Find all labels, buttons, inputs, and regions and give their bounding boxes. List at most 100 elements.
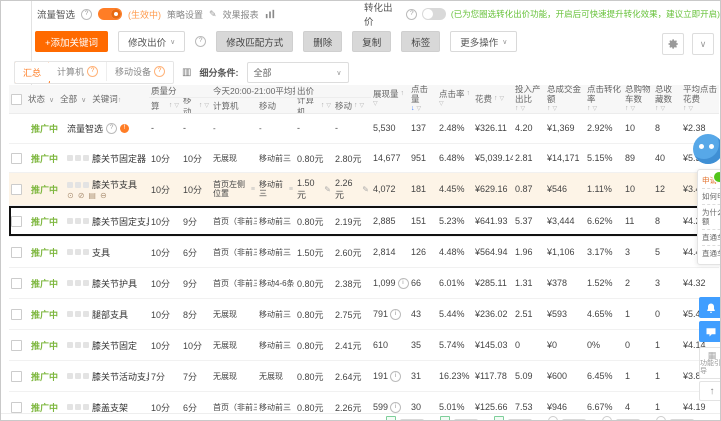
cell-select [9, 215, 29, 227]
value: ¥641.93 [475, 216, 508, 226]
value: 2,814 [373, 247, 396, 257]
cell-status: 推广中 [29, 152, 65, 165]
legend-circle-icon [656, 416, 666, 420]
row-checkbox[interactable] [11, 277, 22, 289]
cell-rank_pc: 无展现 [211, 154, 257, 163]
row-checkbox[interactable] [11, 401, 22, 413]
more-actions-button[interactable]: 更多操作 ∨ [450, 31, 518, 52]
feature-guide-button[interactable]: ▦ 功能引导 [699, 347, 720, 379]
header-rank-pc[interactable]: 计算机 [211, 98, 257, 113]
report-icon[interactable]: ▤ [88, 192, 96, 200]
copy-button[interactable]: 复制 [352, 31, 392, 52]
traffic-toggle[interactable] [98, 8, 123, 20]
help-link[interactable]: 直通车…广计划? [702, 246, 720, 261]
header-gmv[interactable]: 总成交金额 ↑ ▽ [545, 85, 585, 113]
chat-icon [706, 327, 716, 336]
collapse-button[interactable]: ∨ [692, 33, 714, 55]
header-roi[interactable]: 投入产出比 ↑ ▽ [513, 85, 545, 113]
feedback-button[interactable] [699, 321, 720, 342]
edit-icon[interactable]: ✎ [362, 185, 369, 194]
report-link[interactable]: 效果报表 [223, 8, 259, 21]
edit-icon[interactable]: ✎ [324, 185, 331, 194]
cell-gmv: ¥600 [545, 371, 585, 381]
header-cvr[interactable]: 点击转化率 ↑ ▽ [585, 85, 623, 113]
value: 8分 [183, 309, 198, 320]
value: 移动前三 [259, 216, 291, 226]
header-cost[interactable]: 花费 ↑ ▽ [473, 85, 513, 113]
row-checkbox[interactable] [11, 246, 22, 258]
mini-icon [83, 280, 89, 286]
help-link[interactable]: 如何申请图片功能 [702, 189, 720, 205]
value: 31 [411, 371, 422, 381]
tag-button[interactable]: 标签 [401, 31, 441, 52]
notifications-button[interactable] [699, 297, 720, 318]
cell-qs_pc: 10分 [149, 401, 181, 414]
tab-mobile[interactable]: 移动设备? [107, 62, 174, 81]
modify-bid-button[interactable]: 修改出价 ∨ [118, 31, 186, 52]
value: ¥14,171 [547, 153, 580, 163]
cell-impr: 599 i [371, 401, 409, 413]
cell-qs_pc: 7分 [149, 370, 181, 383]
tab-pc[interactable]: 计算机? [49, 62, 108, 81]
header-quality-pc[interactable]: 计算机↑▽ [149, 98, 181, 113]
header-keyword[interactable]: 关键词↑ [92, 93, 121, 105]
target-icon[interactable]: ⊙ [67, 192, 74, 200]
cell-ctr: 4.48% [437, 247, 473, 257]
cell-roi: 4.20 [513, 123, 545, 133]
assistant-mascot-icon[interactable] [693, 134, 720, 164]
header-clicks[interactable]: 点击量 ↓ ▽ [409, 85, 437, 113]
cell-status: 推广中 [29, 215, 65, 228]
header-bid-mobile[interactable]: 移动 ↑ ▽ [333, 98, 371, 113]
header-ppc[interactable]: 平均点击花费 ↑ ▽ [681, 85, 719, 113]
cell-bid_pc[interactable]: 1.50元 ✎ [295, 178, 333, 201]
cell-bid_mobile[interactable]: 2.26元 ✎ [333, 178, 371, 201]
segment-select[interactable]: 全部 ∨ [246, 62, 349, 83]
header-bid-pc[interactable]: 计算机 ↑ ▽ [295, 98, 333, 113]
value: ¥564.94 [475, 247, 508, 257]
match-type-icons [67, 342, 89, 348]
mini-icon [83, 218, 89, 224]
row-checkbox[interactable] [11, 308, 22, 320]
edit-icon[interactable]: ✎ [209, 9, 217, 20]
block-icon[interactable]: ⊘ [78, 192, 85, 200]
header-impressions[interactable]: 展现量 ↑ ▽ [371, 85, 409, 113]
header-status[interactable]: 状态 ∨ [28, 93, 54, 105]
back-to-top-button[interactable]: ↑ [699, 381, 720, 401]
conversion-bid-toggle[interactable] [422, 8, 446, 20]
cell-ctr: 4.45% [437, 184, 473, 194]
keyword-line: 膝关节固定支具 [67, 215, 149, 228]
row-checkbox[interactable] [11, 215, 22, 227]
add-keyword-button[interactable]: +添加关键词 [35, 31, 109, 52]
header-rank-mobile[interactable]: 移动 [257, 98, 295, 113]
value: 10 [625, 123, 636, 133]
strategy-settings-link[interactable]: 策略设置 [167, 8, 203, 21]
remove-icon[interactable]: ⊖ [100, 192, 107, 200]
cell-cart: 1 [623, 309, 653, 319]
value: 8 [655, 123, 661, 133]
header-quality-mobile[interactable]: 移动 ↑ ▽ [181, 98, 211, 113]
row-checkbox[interactable] [11, 183, 22, 195]
bar-chart-icon[interactable] [265, 9, 275, 19]
settings-button[interactable] [662, 33, 684, 55]
help-link[interactable]: 直通车…厂 [702, 230, 720, 246]
help-link[interactable]: 为什么会…过日限额 [702, 205, 720, 230]
tab-summary[interactable]: 汇总 [15, 62, 51, 83]
value: 599 [373, 402, 389, 412]
value: 1 [625, 309, 631, 319]
value: 6.45% [587, 371, 613, 381]
value: 0.80元 [297, 340, 324, 351]
header-cart[interactable]: 总购物车数 ↑ ▽ [623, 85, 653, 113]
header-scope[interactable]: 全部 ∨ [60, 93, 86, 105]
row-checkbox[interactable] [11, 370, 22, 382]
select-all-checkbox[interactable] [11, 93, 22, 105]
row-checkbox[interactable] [11, 152, 22, 164]
header-ctr[interactable]: 点击率 ↑ ▽ [437, 85, 473, 113]
cell-clicks: 66 [409, 278, 437, 288]
keyword-cell: 膝关节活动支具 [65, 370, 149, 383]
cell-fav: 8 [653, 216, 681, 226]
delete-button[interactable]: 删除 [303, 31, 343, 52]
row-checkbox[interactable] [11, 339, 22, 351]
header-fav[interactable]: 总收藏数 ↑ ▽ [653, 85, 681, 113]
cell-cost: ¥5,039.14 [473, 153, 513, 163]
modify-match-button[interactable]: 修改匹配方式 [216, 31, 294, 52]
